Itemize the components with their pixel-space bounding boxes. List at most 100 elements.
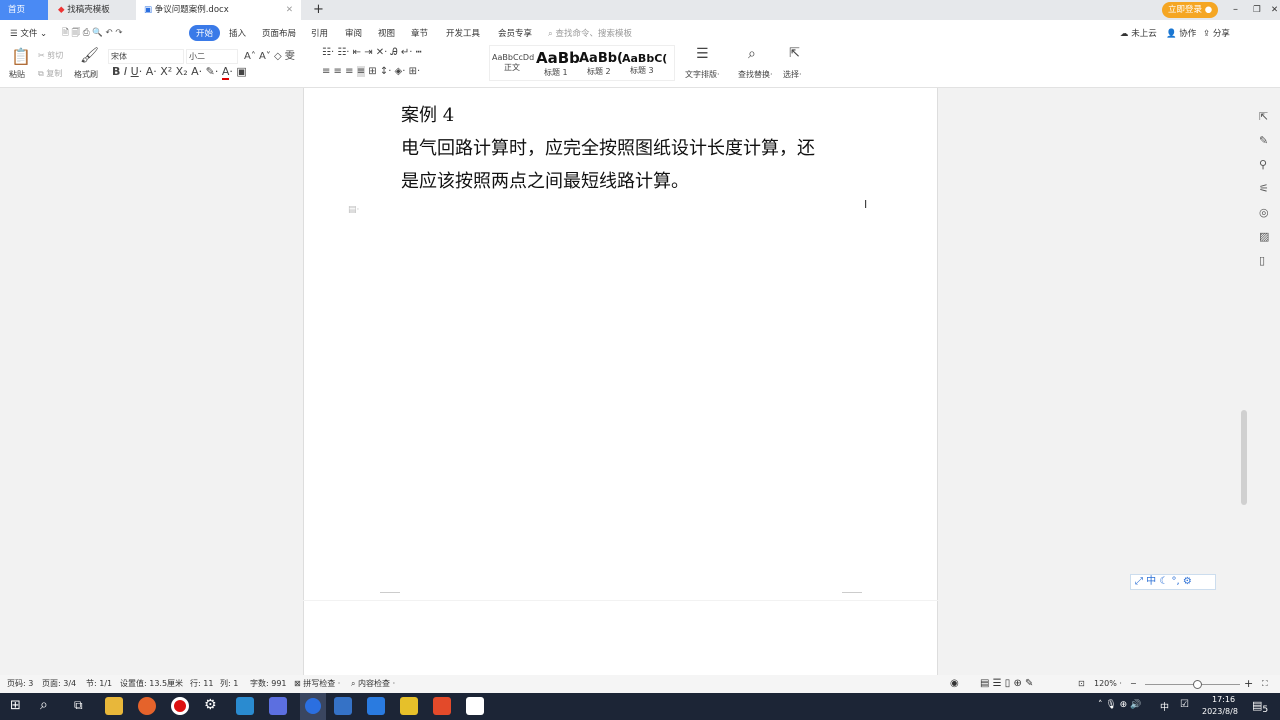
zoom-level[interactable]: 120% · xyxy=(1094,675,1122,693)
zoom-out-button[interactable]: − xyxy=(1130,675,1137,693)
font-tools[interactable]: A˄ A˅ ◇ 雯 xyxy=(244,47,295,62)
file-explorer-icon[interactable] xyxy=(105,697,123,715)
menu-layout[interactable]: 页面布局 xyxy=(262,27,296,39)
font-size-select[interactable]: 小二 xyxy=(186,49,238,64)
image-icon[interactable]: ▨ xyxy=(1259,230,1269,243)
style-heading1[interactable]: AaBb 标题 1 xyxy=(536,49,580,78)
fullscreen-icon[interactable]: ⛶ xyxy=(1262,675,1268,693)
paragraph-marker-icon[interactable]: ▤· xyxy=(348,205,359,215)
help-icon[interactable] xyxy=(400,697,418,715)
search-icon[interactable]: ⌕ xyxy=(40,697,48,713)
adjust-icon[interactable]: ⚟ xyxy=(1259,182,1269,195)
document-page[interactable]: 案例 4 电气回路计算时，应完全按照图纸设计长度计算，还 是应该按照两点之间最短… xyxy=(303,88,938,600)
menu-review[interactable]: 审阅 xyxy=(345,27,362,39)
content-check-button[interactable]: ⌕ 内容检查 · xyxy=(351,675,395,693)
menu-file[interactable]: ☰ 文件 ⌄ xyxy=(10,27,47,39)
label: 未上云 xyxy=(1131,29,1157,39)
app-icon[interactable] xyxy=(236,697,254,715)
tray-icons[interactable]: ˄ 🎙 ⊕ 🔊 xyxy=(1098,700,1141,710)
restore-button[interactable]: ❐ xyxy=(1245,0,1261,20)
location-icon[interactable]: ◎ xyxy=(1259,206,1269,219)
paste-icon[interactable]: 📋 xyxy=(11,47,31,66)
font-select[interactable]: 宋体 xyxy=(108,49,184,64)
select-tool-icon[interactable]: ⇱ xyxy=(1259,110,1268,123)
label: 协作 xyxy=(1179,29,1197,39)
menu-chapter[interactable]: 章节 xyxy=(411,27,428,39)
menu-references[interactable]: 引用 xyxy=(311,27,328,39)
book-icon[interactable]: ▯ xyxy=(1259,254,1265,267)
status-page-number[interactable]: 页码: 3 xyxy=(7,675,33,693)
status-row[interactable]: 行: 11 xyxy=(190,675,213,693)
style-heading2[interactable]: AaBb(标题 2 xyxy=(579,51,623,77)
menu-view[interactable]: 视图 xyxy=(378,27,395,39)
tab-document[interactable]: ▣ 争议问题案例.docx ✕ xyxy=(136,0,301,20)
clock-time[interactable]: 17:16 xyxy=(1212,695,1235,704)
windows-start-icon[interactable]: ⊞ xyxy=(10,698,21,713)
vertical-scrollbar[interactable] xyxy=(1241,95,1249,670)
tab-template[interactable]: ◆ 找稿壳模板 xyxy=(50,0,136,20)
status-pages[interactable]: 页面: 3/4 xyxy=(42,675,76,693)
style-normal[interactable]: AaBbCcDd 正文 xyxy=(492,53,534,73)
pen-icon[interactable]: ✎ xyxy=(1259,134,1268,147)
tab-home[interactable]: 首页 xyxy=(0,0,48,20)
status-section[interactable]: 节: 1/1 xyxy=(86,675,112,693)
firefox-icon[interactable] xyxy=(138,697,156,715)
char-format-tools[interactable]: B I U· A· X² X₂ A· ✎· A· ▣ xyxy=(112,65,247,80)
record-icon[interactable] xyxy=(171,697,189,715)
cut-button[interactable]: ✂ 剪切 xyxy=(38,50,63,61)
wps-taskbar-button[interactable] xyxy=(300,693,326,720)
document-page-next[interactable] xyxy=(303,601,938,675)
status-setting[interactable]: 设置值: 13.5厘米 xyxy=(120,675,183,693)
new-tab-button[interactable]: + xyxy=(305,0,324,20)
zoom-slider-handle[interactable] xyxy=(1192,680,1202,689)
style-label: 标题 3 xyxy=(630,66,654,75)
settings-icon[interactable]: ⚙ xyxy=(204,697,217,713)
notification-icon[interactable]: ▤5 xyxy=(1252,699,1268,715)
app-preview-icon[interactable] xyxy=(367,697,385,715)
collaborate-button[interactable]: 👤 协作 xyxy=(1166,27,1196,39)
text-cursor-icon: I xyxy=(864,198,868,211)
format-painter-button[interactable]: 格式刷 xyxy=(74,69,98,80)
spell-check-button[interactable]: ⊠ 拼写检查 · xyxy=(294,675,340,693)
select-button[interactable]: 选择· xyxy=(783,69,802,80)
copy-button[interactable]: ⧉ 复制 xyxy=(38,68,62,79)
paragraph-tools-row2[interactable]: ≡ ≡ ≡ ≡ ⊞ ↕· ◈· ⊞· xyxy=(322,66,420,77)
photos-icon[interactable] xyxy=(466,697,484,715)
command-search[interactable]: ⌕ 查找命令、搜索模板 xyxy=(548,27,632,39)
scrollbar-thumb[interactable] xyxy=(1241,410,1247,505)
ime-indicator[interactable]: 中 xyxy=(1160,700,1169,713)
menu-member[interactable]: 会员专享 xyxy=(498,27,532,39)
status-col[interactable]: 列: 1 xyxy=(220,675,238,693)
app-a-icon[interactable] xyxy=(269,697,287,715)
menu-insert[interactable]: 插入 xyxy=(229,27,246,39)
text-layout-button[interactable]: 文字排版· xyxy=(685,69,720,80)
view-mode-buttons[interactable]: ▤ ☰ ▯ ⊕ ✎ xyxy=(980,675,1033,693)
checkbox-tray-icon[interactable]: ☑ xyxy=(1180,699,1189,710)
tab-label: 找稿壳模板 xyxy=(67,5,110,15)
style-heading3[interactable]: AaBbC(标题 3 xyxy=(622,52,667,76)
paragraph-tools-row1[interactable]: ☷· ☷· ⇤ ⇥ ✕· Ꭿ ↵· ┅ xyxy=(322,47,422,58)
quick-access-toolbar[interactable]: 🗎 🗐 ⎙ 🔍 ↶ ↷ xyxy=(62,27,122,41)
paste-button[interactable]: 粘贴 xyxy=(9,69,25,80)
fit-page-icon[interactable]: ⊡ xyxy=(1078,675,1085,693)
minimize-button[interactable]: – xyxy=(1225,0,1238,20)
zoom-slider[interactable] xyxy=(1145,680,1240,689)
find-replace-button[interactable]: 查找替换· xyxy=(738,69,773,80)
login-button[interactable]: 立即登录 ● xyxy=(1162,2,1219,18)
share-button[interactable]: ⇪ 分享 xyxy=(1203,27,1230,39)
eye-protection-icon[interactable]: ◉ xyxy=(950,675,959,693)
status-word-count[interactable]: 字数: 991 xyxy=(250,675,287,693)
cloud-button[interactable]: ☁ 未上云 xyxy=(1120,27,1157,39)
style-icon[interactable]: ⚲ xyxy=(1259,158,1267,171)
task-view-icon[interactable]: ⧉ xyxy=(74,698,83,713)
menu-home[interactable]: 开始 xyxy=(189,25,221,41)
app-x-icon[interactable] xyxy=(433,697,451,715)
app-icon[interactable] xyxy=(334,697,352,715)
format-painter-icon[interactable]: 🖌 xyxy=(80,46,99,64)
close-icon[interactable]: ✕ xyxy=(286,0,293,20)
clock-date[interactable]: 2023/8/8 xyxy=(1202,707,1238,716)
menu-developer[interactable]: 开发工具 xyxy=(446,27,480,39)
zoom-in-button[interactable]: + xyxy=(1244,675,1253,693)
ime-toolbar[interactable]: ⤢ 中 ☾ °, ⚙ xyxy=(1130,574,1216,590)
close-window-button[interactable]: ✕ xyxy=(1263,0,1278,20)
